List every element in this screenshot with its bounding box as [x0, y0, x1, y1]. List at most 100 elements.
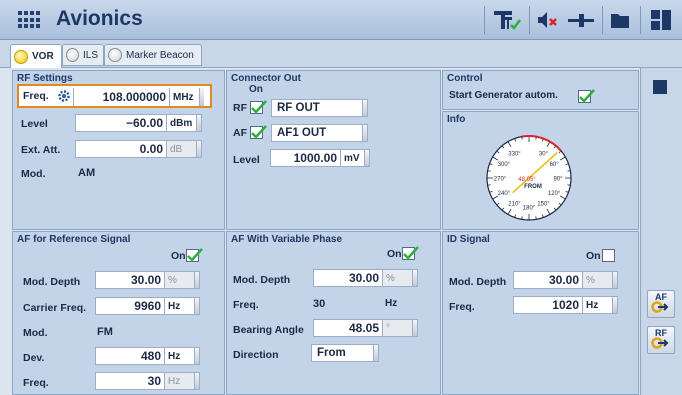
id-signal-on-checkbox[interactable]: [602, 249, 615, 262]
mod-depth-field[interactable]: 30.00 %: [95, 271, 200, 289]
compass-tick-label: 60°: [550, 162, 560, 168]
folder-icon[interactable]: [608, 8, 632, 32]
inactive-led-icon: [66, 48, 79, 62]
carrier-freq-field[interactable]: 9960 Hz: [95, 297, 200, 315]
inactive-led-icon: [108, 48, 122, 62]
freq-unit: Hz: [385, 298, 398, 309]
rf-label: RF: [233, 102, 247, 114]
direction-select[interactable]: From: [311, 344, 379, 362]
mute-icon[interactable]: [535, 8, 563, 32]
af-reference-panel: AF for Reference Signal On Mod. Depth 30…: [12, 231, 225, 395]
mod-label: Mod.: [23, 327, 48, 339]
freq-label: Freq.: [233, 299, 259, 311]
freq-field[interactable]: 1020 Hz: [513, 296, 618, 314]
freq-field[interactable]: 108.000000 MHz: [73, 88, 204, 106]
control-panel: Control Start Generator autom.: [442, 70, 639, 110]
panel-title: ID Signal: [447, 234, 490, 245]
dev-label: Dev.: [23, 352, 45, 364]
af-variable-on-checkbox[interactable]: [402, 246, 419, 260]
rf-checkbox[interactable]: [250, 100, 267, 114]
slider-icon[interactable]: [566, 8, 596, 32]
compass-tick-label: 300°: [498, 162, 511, 168]
level-field[interactable]: 1000.00 mV: [270, 149, 370, 167]
ext-att-field[interactable]: 0.00 dB: [75, 140, 202, 158]
level-label: Level: [21, 118, 48, 130]
af-checkbox[interactable]: [250, 125, 267, 139]
bearing-compass: 30°60° 90° 120° 150°180°210° 240° 270° 300° 330…: [486, 135, 572, 221]
panel-title: RF Settings: [17, 73, 73, 84]
compass-tick-label: 90°: [553, 177, 563, 183]
check-icon: [403, 246, 419, 260]
rf-settings-panel: RF Settings Freq. 108.000000 MHz Level −…: [12, 70, 225, 230]
mod-depth-field[interactable]: 30.00 %: [313, 269, 418, 287]
rf-output-icon: [651, 337, 669, 349]
check-icon: [251, 125, 267, 139]
tab-ils[interactable]: ILS: [62, 44, 104, 66]
mod-depth-label: Mod. Depth: [449, 276, 507, 288]
info-panel: Info 30° 60° 90° 120° 150° 180° 210° 240° 270° 30…: [442, 111, 639, 230]
toolbar-divider: [529, 6, 530, 34]
compass-tick-label: 210°: [508, 202, 521, 208]
stop-square-icon[interactable]: [653, 80, 667, 94]
level-label: Level: [233, 154, 260, 166]
freq-field[interactable]: 30 Hz: [95, 372, 200, 390]
rf-connector-select[interactable]: RF OUT: [271, 99, 368, 117]
on-column-label: On: [249, 84, 263, 95]
id-signal-panel: ID Signal On Mod. Depth 30.00 % Freq. 10…: [442, 231, 639, 395]
tab-marker-beacon[interactable]: Marker Beacon: [104, 44, 202, 66]
on-label: On: [586, 250, 601, 262]
compass-direction: FROM: [524, 184, 542, 190]
tab-vor[interactable]: VOR: [10, 44, 62, 68]
start-generator-label: Start Generator autom.: [449, 90, 558, 101]
compass-tick-label: 330°: [508, 151, 521, 157]
direction-label: Direction: [233, 349, 279, 361]
check-icon: [579, 89, 595, 103]
af-label: AF: [233, 127, 247, 139]
carrier-freq-label: Carrier Freq.: [23, 302, 87, 314]
panel-title: Connector Out: [231, 73, 301, 84]
compass-bearing-readout: 48.05°: [518, 177, 536, 183]
check-icon: [251, 100, 267, 114]
compass-tick-label: 240°: [498, 191, 511, 197]
rf-output-button[interactable]: RF: [647, 326, 675, 354]
dev-field[interactable]: 480 Hz: [95, 347, 200, 365]
compass-tick: [535, 216, 537, 220]
mod-depth-label: Mod. Depth: [233, 274, 291, 286]
af-reference-on-checkbox[interactable]: [186, 248, 203, 262]
on-label: On: [387, 248, 402, 260]
compass-tick-label: 30°: [539, 151, 549, 157]
compass-tick-label: 180°: [523, 206, 536, 212]
bearing-angle-label: Bearing Angle: [233, 324, 304, 336]
mod-value: FM: [97, 326, 113, 338]
af-output-icon: [651, 301, 669, 313]
freq-label: Freq.: [23, 377, 49, 389]
af-variable-phase-panel: AF With Variable Phase On Mod. Depth 30.…: [226, 231, 441, 395]
app-title: Avionics: [56, 7, 143, 30]
toolbar-divider: [640, 6, 641, 34]
level-field[interactable]: −60.00 dBm: [75, 114, 202, 132]
af-connector-select[interactable]: AF1 OUT: [271, 124, 368, 142]
layout-icon[interactable]: [648, 8, 674, 32]
bearing-angle-field[interactable]: 48.05 °: [313, 319, 418, 337]
toolbar-divider: [484, 6, 485, 34]
panel-title: Info: [447, 114, 466, 125]
active-led-icon: [14, 49, 28, 64]
connector-out-panel: Connector Out On RF RF OUT AF AF1 OUT Le…: [226, 70, 441, 230]
compass-tick-label: 150°: [537, 202, 550, 208]
freq-label: Freq.: [449, 301, 475, 313]
af-output-button[interactable]: AF: [647, 290, 675, 318]
mod-depth-field[interactable]: 30.00 %: [513, 271, 618, 289]
text-check-icon[interactable]: [492, 8, 522, 32]
app-grid-icon[interactable]: [16, 9, 40, 31]
compass-tick: [521, 216, 523, 220]
mod-depth-label: Mod. Depth: [23, 276, 81, 288]
title-bar: Avionics: [0, 0, 682, 40]
start-generator-checkbox[interactable]: [578, 89, 595, 103]
tab-label: Marker Beacon: [126, 49, 194, 61]
compass-tick: [487, 184, 491, 186]
gear-icon[interactable]: [57, 89, 71, 106]
panel-title: AF With Variable Phase: [231, 234, 343, 245]
toolbar-divider: [602, 6, 603, 34]
compass-tick: [567, 184, 571, 186]
mod-value: AM: [78, 167, 96, 179]
